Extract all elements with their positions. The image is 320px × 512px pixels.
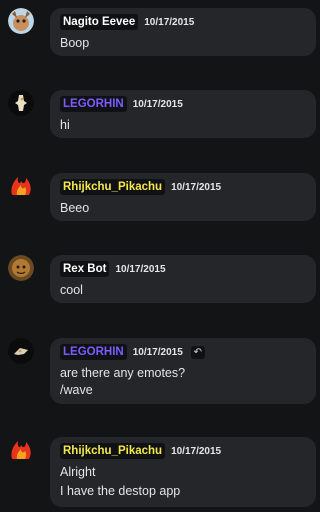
message-text: I have the destop app xyxy=(60,484,181,498)
message-text: Alright xyxy=(60,465,96,479)
message-text: Boop xyxy=(60,36,90,50)
message-bubble: LEGORHIN 10/17/2015 hi xyxy=(50,90,316,138)
message-bubble: LEGORHIN 10/17/2015 ↶ are there any emot… xyxy=(50,338,316,404)
message-text: /wave xyxy=(60,383,93,397)
username[interactable]: Rhijkchu_Pikachu xyxy=(60,179,166,195)
username[interactable]: Rhijkchu_Pikachu xyxy=(60,443,166,459)
flame-avatar[interactable] xyxy=(8,173,34,199)
rex-avatar[interactable] xyxy=(8,255,34,281)
timestamp: 10/17/2015 xyxy=(171,181,222,193)
username[interactable]: LEGORHIN xyxy=(60,96,127,112)
message-bubble: Nagito Eevee 10/17/2015 Boop xyxy=(50,8,316,56)
message-text: cool xyxy=(60,283,83,297)
username[interactable]: Rex Bot xyxy=(60,261,110,277)
reply-arrow-icon[interactable]: ↶ xyxy=(190,345,205,359)
message-text: Beeo xyxy=(60,201,90,215)
lego-avatar[interactable] xyxy=(8,338,34,364)
message-bubble: Rhijkchu_Pikachu 10/17/2015 Beeo xyxy=(50,173,316,221)
username[interactable]: Nagito Eevee xyxy=(60,14,139,30)
timestamp: 10/17/2015 xyxy=(132,346,183,358)
flame-avatar[interactable] xyxy=(8,437,34,463)
timestamp: 10/17/2015 xyxy=(144,16,195,28)
timestamp: 10/17/2015 xyxy=(115,263,166,275)
username[interactable]: LEGORHIN xyxy=(60,344,127,360)
timestamp: 10/17/2015 xyxy=(171,445,222,457)
message-bubble: Rhijkchu_Pikachu 10/17/2015 Alright I ha… xyxy=(50,437,316,507)
message-text: are there any emotes? xyxy=(60,366,186,380)
lego-avatar[interactable] xyxy=(8,90,34,116)
eevee-avatar[interactable] xyxy=(8,8,34,34)
message-text: hi xyxy=(60,118,70,132)
timestamp: 10/17/2015 xyxy=(132,98,183,110)
message-bubble: Rex Bot 10/17/2015 cool xyxy=(50,255,316,303)
